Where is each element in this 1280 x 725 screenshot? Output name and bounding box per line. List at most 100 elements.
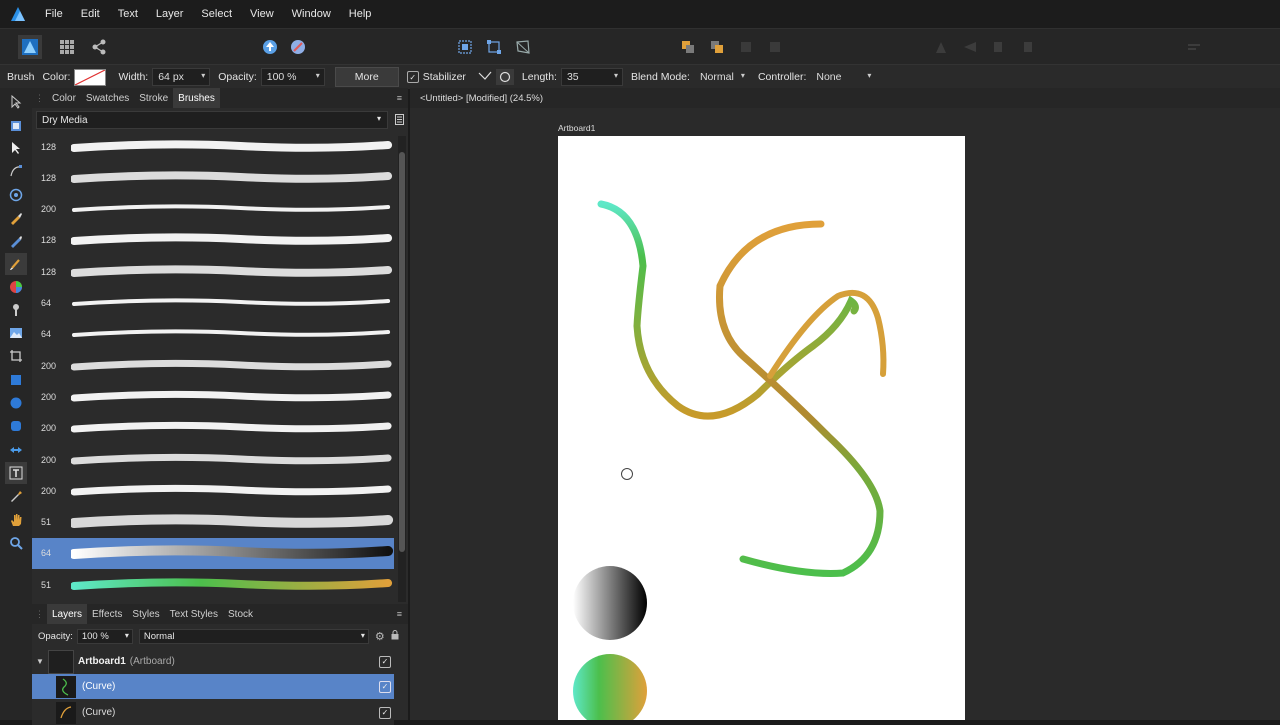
length-dropdown-icon[interactable]: ▾ [614,71,618,80]
layer-row-curve[interactable]: (Curve) ✓ [32,700,394,725]
layers-panel-menu-icon[interactable]: ≡ [397,609,402,619]
place-image-tool-icon[interactable] [5,322,27,344]
node-tool-icon[interactable] [5,137,27,159]
artboard-tool-icon[interactable] [5,115,27,137]
brush-item[interactable]: 200 [32,475,394,506]
blend-mode-dropdown-icon[interactable]: ▾ [741,71,745,80]
brush-item[interactable]: 128 [32,225,394,256]
tab-stroke[interactable]: Stroke [134,88,173,108]
shape-tool-icon[interactable] [5,439,27,461]
layer-settings-gear-icon[interactable]: ⚙ [375,630,385,643]
tab-brushes[interactable]: Brushes [173,88,220,108]
corner-tool-icon[interactable] [5,184,27,206]
brush-item[interactable]: 200 [32,194,394,225]
width-dropdown-icon[interactable]: ▾ [201,71,205,80]
menu-file[interactable]: File [36,8,72,20]
color-swatch[interactable] [74,68,107,86]
layer-visibility-checkbox[interactable]: ✓ [379,680,391,693]
layer-row-curve-selected[interactable]: (Curve) ✓ [32,674,394,699]
menu-select[interactable]: Select [192,8,241,20]
panel-grip-icon[interactable]: ⋮ [32,93,47,104]
brush-item[interactable]: 200 [32,444,394,475]
blend-mode-select[interactable]: Normal ▾ [694,68,750,86]
layer-blend-select[interactable]: Normal ▾ [138,628,369,644]
brush-category-dropdown-icon[interactable]: ▾ [377,114,381,123]
crop-tool-icon[interactable] [5,345,27,367]
hand-tool-icon[interactable] [5,509,27,531]
tab-styles[interactable]: Styles [127,604,164,624]
brush-item[interactable]: 64 [32,537,394,569]
rope-mode-icon[interactable] [476,69,494,85]
controller-dropdown-icon[interactable]: ▾ [867,71,871,80]
menu-help[interactable]: Help [340,8,381,20]
tab-effects[interactable]: Effects [87,604,127,624]
layer-opacity-dropdown-icon[interactable]: ▾ [125,631,129,640]
opacity-dropdown-icon[interactable]: ▾ [316,71,320,80]
layer-opacity-field[interactable]: 100 % ▾ [76,628,133,644]
opacity-field[interactable]: 100 % ▾ [260,68,325,86]
app-logo-icon[interactable] [0,5,36,23]
window-mode-icon[interactable] [495,69,514,85]
brush-category-select[interactable]: Dry Media ▾ [36,111,388,129]
tab-color[interactable]: Color [47,88,81,108]
brush-item[interactable]: 51 [32,507,394,538]
brush-item[interactable]: 64 [32,319,394,350]
menu-text[interactable]: Text [109,8,147,20]
tab-text-styles[interactable]: Text Styles [165,604,223,624]
brush-item[interactable]: 64 [32,288,394,319]
distort-icon[interactable] [511,35,535,59]
fill-tool-icon[interactable] [5,276,27,298]
move-tool-icon[interactable] [5,91,27,113]
stabilizer-checkbox[interactable]: ✓ [406,71,419,83]
arrange-backward-icon[interactable] [763,35,787,59]
arrange-forward-icon[interactable] [734,35,758,59]
layers-panel-grip-icon[interactable]: ⋮ [32,609,47,620]
arrange-back-icon[interactable] [676,35,700,59]
tab-stock[interactable]: Stock [223,604,258,624]
menu-layer[interactable]: Layer [147,8,193,20]
tab-layers[interactable]: Layers [47,604,88,624]
rounded-rectangle-tool-icon[interactable] [5,415,27,437]
share-icon[interactable] [87,35,111,59]
point-transform-icon[interactable] [5,160,27,182]
ellipse-tool-icon[interactable] [5,392,27,414]
tab-swatches[interactable]: Swatches [81,88,134,108]
layer-visibility-checkbox[interactable]: ✓ [379,655,391,668]
more-button[interactable]: More [334,67,399,87]
brush-list-scrollbar[interactable] [398,136,406,602]
brush-item[interactable]: 51 [32,569,394,600]
brush-item[interactable]: 128 [32,131,394,162]
pixel-persona-icon[interactable] [55,35,79,59]
layer-visibility-checkbox[interactable]: ✓ [379,706,391,719]
layer-lock-icon[interactable] [391,629,399,643]
snapping-icon[interactable] [258,35,282,59]
pen-tool-icon[interactable] [5,207,27,229]
align-center-icon[interactable] [958,35,982,59]
color-picker-tool-icon[interactable] [5,485,27,507]
artboard-canvas[interactable] [558,136,965,720]
align-right-icon[interactable] [987,35,1011,59]
menu-edit[interactable]: Edit [72,8,109,20]
transparency-tool-icon[interactable] [5,299,27,321]
bounding-box-icon[interactable] [482,35,506,59]
brush-item[interactable]: 200 [32,413,394,444]
pencil-tool-icon[interactable] [5,230,27,252]
text-tool-icon[interactable] [5,462,27,484]
align-options-icon[interactable] [1182,35,1206,59]
panel-menu-icon[interactable]: ≡ [397,93,402,103]
zoom-tool-icon[interactable] [5,532,27,554]
rectangle-tool-icon[interactable] [5,369,27,391]
layer-row-artboard[interactable]: ▼ Artboard1 (Artboard) ✓ [32,649,394,674]
geometry-icon[interactable] [286,35,310,59]
length-field[interactable]: 35 ▾ [560,68,623,86]
transform-origin-icon[interactable] [453,35,477,59]
brush-category-menu-icon[interactable] [394,113,404,126]
brush-item[interactable]: 128 [32,256,394,287]
vector-brush-tool-icon[interactable] [5,253,27,275]
brush-item[interactable]: 200 [32,350,394,381]
canvas-area[interactable]: <Untitled> [Modified] (24.5%) Artboard1 [410,88,1280,720]
designer-persona-icon[interactable] [18,35,42,59]
brush-item[interactable]: 128 [32,162,394,193]
menu-window[interactable]: Window [283,8,340,20]
document-tab[interactable]: <Untitled> [Modified] (24.5%) [410,88,1280,108]
